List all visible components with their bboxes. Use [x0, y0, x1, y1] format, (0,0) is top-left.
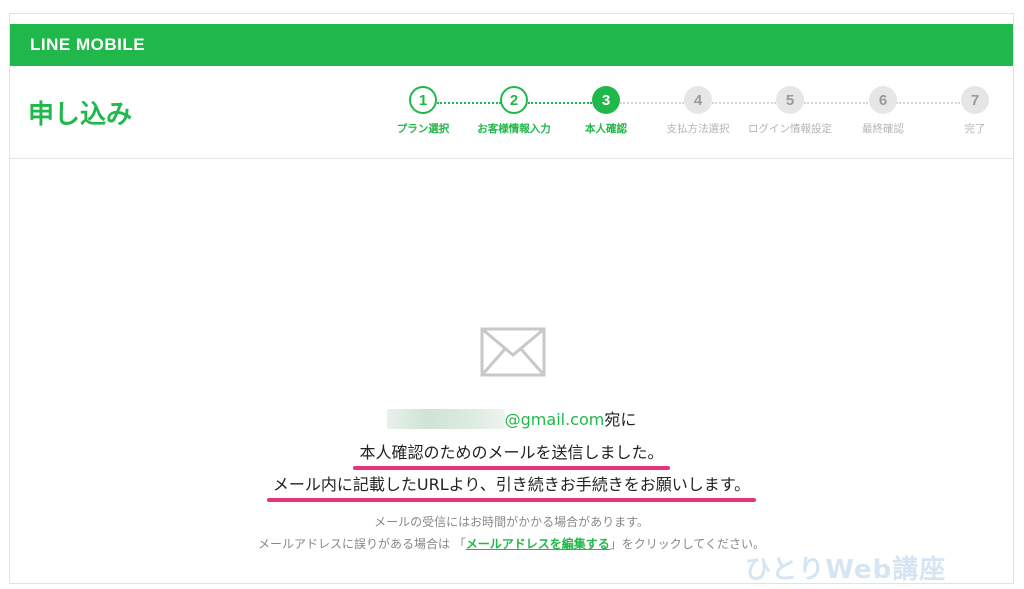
instruction-message: メール内に記載したURLより、引き続きお手続きをお願いします。 — [266, 471, 757, 502]
step-number: 2 — [500, 86, 528, 114]
highlight-underline — [266, 498, 757, 502]
recipient-line: @gmail.com宛に — [10, 406, 1013, 430]
instruction-text: メール内に記載したURLより、引き続きお手続きをお願いします。 — [272, 475, 751, 494]
envelope-icon — [480, 327, 546, 377]
sent-message: 本人確認のためのメールを送信しました。 — [353, 439, 670, 470]
highlight-underline — [353, 466, 670, 470]
delivery-note: メールの受信にはお時間がかかる場合があります。 — [374, 515, 649, 529]
step-number: 4 — [684, 86, 712, 114]
edit-email-link[interactable]: メールアドレスを編集する — [466, 537, 610, 551]
step-label: 完了 — [964, 123, 986, 135]
addressee-suffix: 宛に — [604, 410, 637, 429]
note-suffix: 」をクリックしてください。 — [609, 537, 766, 551]
application-header: 申し込み 1 プラン選択 2 お客様情報入力 3 本人確認 4 支払方法選択 5… — [10, 66, 1013, 159]
instruction-line: メール内に記載したURLより、引き続きお手続きをお願いします。 — [10, 471, 1013, 502]
step-number: 6 — [869, 86, 897, 114]
brand-logo[interactable]: LINE MOBILE — [30, 35, 145, 55]
step-number: 3 — [592, 86, 620, 114]
masked-email-user — [386, 409, 505, 429]
sent-message-line: 本人確認のためのメールを送信しました。 — [10, 439, 1013, 470]
sent-message-text: 本人確認のためのメールを送信しました。 — [359, 443, 664, 462]
email-domain: @gmail.com — [504, 410, 605, 429]
note-prefix: メールアドレスに誤りがある場合は 「 — [257, 537, 466, 551]
step-number: 7 — [961, 86, 989, 114]
step-7: 7 完了 — [920, 86, 1024, 136]
step-number: 5 — [776, 86, 804, 114]
step-number: 1 — [409, 86, 437, 114]
top-bar: LINE MOBILE — [10, 24, 1013, 66]
progress-steps: 1 プラン選択 2 お客様情報入力 3 本人確認 4 支払方法選択 5 ログイン… — [10, 66, 1013, 158]
watermark: ひとりWeb講座 — [745, 555, 947, 585]
page-frame: LINE MOBILE 申し込み 1 プラン選択 2 お客様情報入力 3 本人確… — [9, 13, 1014, 585]
